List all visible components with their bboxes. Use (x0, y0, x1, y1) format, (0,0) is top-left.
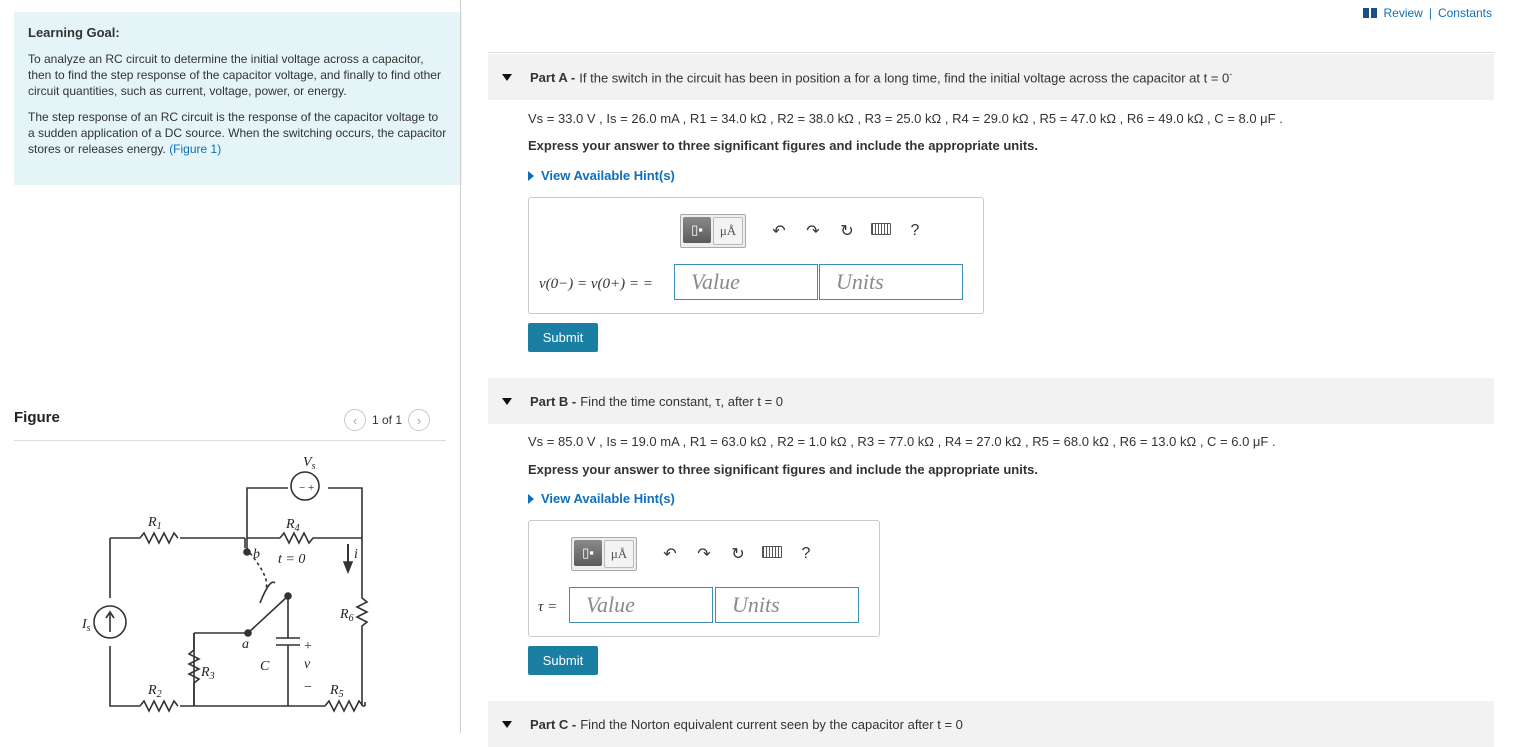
learning-goal-box: Learning Goal: To analyze an RC circuit … (14, 12, 462, 185)
collapse-triangle-icon[interactable] (502, 73, 512, 81)
part-a-header[interactable]: Part A - If the switch in the circuit ha… (488, 54, 1494, 100)
label-r3: R3 (200, 665, 215, 682)
undo-icon[interactable]: ↶ (762, 221, 796, 241)
keyboard-icon[interactable] (864, 222, 898, 240)
reset-icon[interactable]: ↻ (721, 544, 755, 564)
label-r4: R4 (285, 517, 300, 534)
part-b-label: Part B - (530, 393, 577, 409)
label-r5: R5 (329, 683, 344, 700)
redo-icon[interactable]: ↷ (687, 544, 721, 564)
undo-icon[interactable]: ↶ (653, 544, 687, 564)
part-b-header[interactable]: Part B - Find the time constant, τ, afte… (488, 378, 1494, 424)
collapse-triangle-icon[interactable] (502, 720, 512, 728)
part-a-answer-label: v(0−) = v(0+) = = (539, 276, 653, 292)
label-t0: t = 0 (278, 552, 305, 567)
label-r2: R2 (147, 683, 162, 700)
label-minus: − (304, 680, 312, 695)
part-a-submit-button[interactable]: Submit (528, 323, 598, 352)
part-a-hint-toggle[interactable]: View Available Hint(s) (528, 168, 675, 183)
resistor-r2 (139, 699, 179, 713)
learning-goal-paragraph-2-text: The step response of an RC circuit is th… (28, 110, 447, 156)
expand-triangle-icon (528, 493, 534, 504)
label-v: v (304, 657, 311, 672)
capacitor-c (276, 596, 300, 706)
resistor-r6 (355, 538, 369, 706)
resistor-r5 (324, 699, 365, 713)
figure-divider (14, 440, 446, 441)
switch-blade (247, 595, 289, 634)
part-b-value-input[interactable]: Value (569, 587, 713, 623)
keyboard-icon[interactable] (755, 545, 789, 563)
units-button[interactable]: μÅ (604, 540, 634, 568)
part-b-instruction: Express your answer to three significant… (528, 462, 1038, 477)
part-b-answer-box: ▯▪ μÅ ↶ ↷ ↻ ? τ = Value Units (528, 520, 880, 637)
constants-link[interactable]: Constants (1438, 6, 1492, 20)
top-divider (488, 52, 1494, 53)
figure-1-link[interactable]: (Figure 1) (169, 142, 221, 156)
part-a-label: Part A - (530, 69, 576, 85)
circuit-diagram: Vs − + R1 R4 b t = 0 i Is R6 a + C v R3 … (81, 455, 369, 713)
part-b-hint-label: View Available Hint(s) (541, 491, 675, 506)
figure-page-count: 1 of 1 (372, 413, 403, 427)
learning-goal-paragraph-2: The step response of an RC circuit is th… (28, 109, 448, 157)
redo-icon[interactable]: ↷ (796, 221, 830, 241)
part-c-question: Find the Norton equivalent current seen … (580, 716, 963, 732)
next-figure-button[interactable]: › (408, 409, 431, 431)
template-button-group: ▯▪ μÅ (680, 214, 746, 248)
part-b-answer-label: τ = (538, 599, 558, 615)
label-is: Is (81, 617, 91, 634)
label-c: C (260, 659, 270, 674)
part-b-question: Find the time constant, τ, after t = 0 (580, 393, 783, 409)
part-a-question: If the switch in the circuit has been in… (579, 68, 1233, 86)
label-r1: R1 (147, 515, 162, 532)
label-b: b (253, 547, 260, 562)
part-b-toolbar: ▯▪ μÅ ↶ ↷ ↻ ? (571, 537, 823, 571)
label-plus: + (304, 639, 312, 654)
part-a-units-input[interactable]: Units (819, 264, 963, 300)
part-b-units-input[interactable]: Units (715, 587, 859, 623)
figure-title: Figure (14, 409, 60, 426)
label-vs-polarity: − + (299, 482, 314, 494)
label-r6: R6 (339, 607, 354, 624)
help-icon[interactable]: ? (898, 222, 932, 240)
part-a-toolbar: ▯▪ μÅ ↶ ↷ ↻ ? (680, 214, 932, 248)
part-b-hint-toggle[interactable]: View Available Hint(s) (528, 491, 675, 506)
expand-triangle-icon (528, 170, 534, 181)
part-a-hint-label: View Available Hint(s) (541, 168, 675, 183)
learning-goal-title: Learning Goal: (28, 25, 120, 40)
label-i: i (354, 547, 358, 562)
review-link[interactable]: Review (1383, 6, 1422, 20)
figure-pager: ‹ 1 of 1 › (344, 409, 431, 431)
learning-goal-paragraph-1: To analyze an RC circuit to determine th… (28, 52, 441, 98)
top-links: Review | Constants (1363, 6, 1492, 20)
resistor-r1 (139, 531, 179, 545)
prev-figure-button[interactable]: ‹ (344, 409, 366, 431)
part-c-label: Part C - (530, 716, 577, 732)
link-separator: | (1428, 6, 1432, 20)
template-button-group: ▯▪ μÅ (571, 537, 637, 571)
book-icon (1363, 8, 1378, 18)
part-a-answer-box: ▯▪ μÅ ↶ ↷ ↻ ? v(0−) = v(0+) = = Value Un… (528, 197, 984, 314)
part-a-givens: Vs = 33.0 V , Is = 26.0 mA , R1 = 34.0 k… (528, 111, 1283, 126)
part-c-header[interactable]: Part C - Find the Norton equivalent curr… (488, 701, 1494, 747)
collapse-triangle-icon[interactable] (502, 397, 512, 405)
label-vs: Vs (303, 455, 316, 472)
part-b-givens: Vs = 85.0 V , Is = 19.0 mA , R1 = 63.0 k… (528, 434, 1276, 449)
templates-icon[interactable]: ▯▪ (683, 217, 711, 243)
units-button[interactable]: μÅ (713, 217, 743, 245)
label-a: a (242, 637, 249, 652)
part-b-submit-button[interactable]: Submit (528, 646, 598, 675)
part-a-instruction: Express your answer to three significant… (528, 138, 1038, 153)
help-icon[interactable]: ? (789, 545, 823, 563)
reset-icon[interactable]: ↻ (830, 221, 864, 241)
part-a-value-input[interactable]: Value (674, 264, 818, 300)
column-divider (460, 0, 461, 733)
resistor-r4 (279, 531, 362, 545)
templates-icon[interactable]: ▯▪ (574, 540, 602, 566)
